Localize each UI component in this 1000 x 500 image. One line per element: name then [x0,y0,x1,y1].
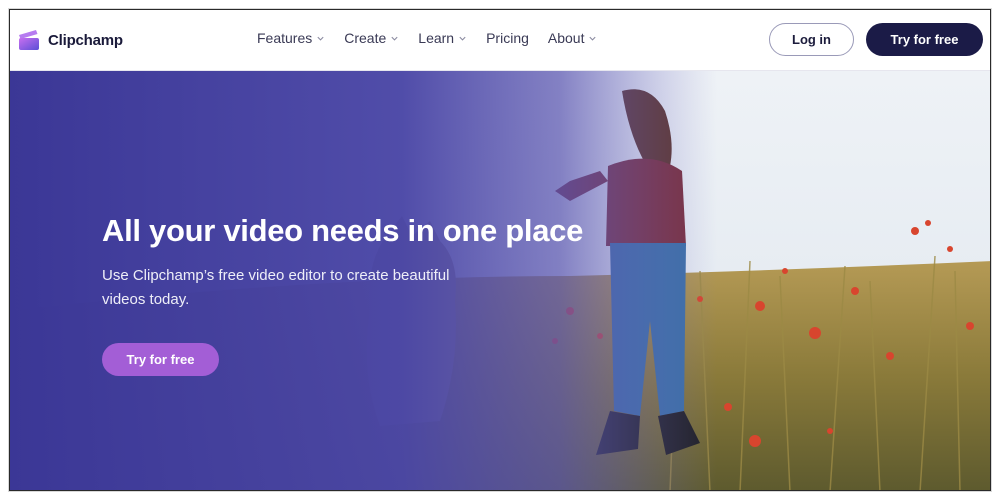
nav-item-about[interactable]: About [548,30,598,46]
nav-item-label: Create [344,30,387,46]
chevron-down-icon [317,36,324,41]
nav-item-pricing[interactable]: Pricing [486,30,529,46]
clipchamp-logo-icon [19,30,39,50]
brand-name: Clipchamp [48,31,123,49]
nav-item-features[interactable]: Features [257,30,325,46]
login-button[interactable]: Log in [769,23,854,56]
hero-section: All your video needs in one place Use Cl… [10,71,990,490]
nav-item-label: Pricing [486,30,529,46]
hero-title: All your video needs in one place [102,213,584,248]
try-for-free-hero-button[interactable]: Try for free [102,343,219,376]
browser-frame: Clipchamp Features Create Learn Pricing … [9,9,991,491]
chevron-down-icon [459,36,466,41]
nav-item-create[interactable]: Create [344,30,399,46]
nav-item-label: Learn [418,30,455,46]
nav-item-label: About [547,30,585,46]
chevron-down-icon [391,36,398,41]
try-for-free-header-button[interactable]: Try for free [866,23,983,56]
chevron-down-icon [589,36,597,41]
brand-logo[interactable]: Clipchamp [17,28,123,52]
nav-item-label: Features [257,30,313,46]
site-header: Clipchamp Features Create Learn Pricing … [10,10,990,71]
main-nav: Features Create Learn Pricing About [257,30,616,46]
nav-item-learn[interactable]: Learn [418,30,467,46]
hero-subtitle: Use Clipchamp’s free video editor to cre… [102,267,450,308]
